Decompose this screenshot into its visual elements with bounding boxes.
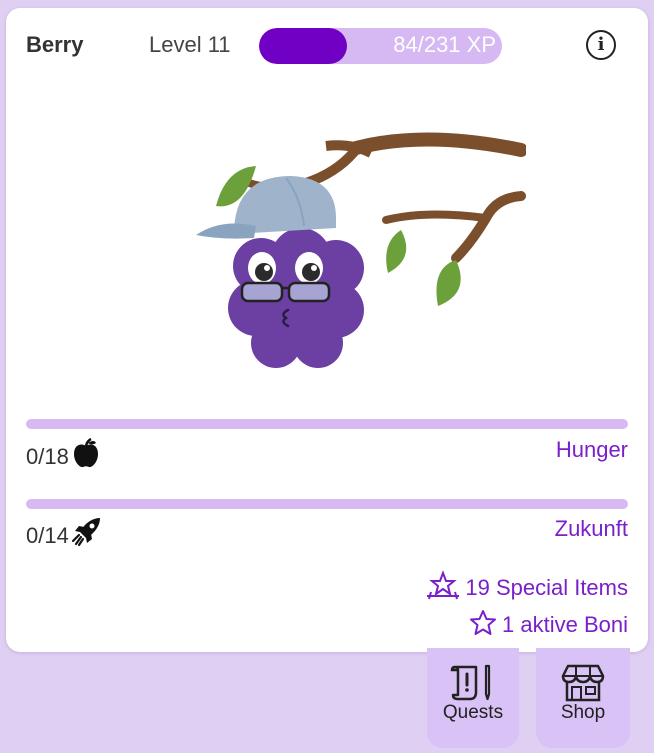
special-items-label: 19 Special Items bbox=[465, 575, 628, 600]
xp-text: 84/231 XP bbox=[393, 32, 496, 57]
boni-link[interactable]: 1 aktive Boni bbox=[468, 609, 628, 638]
zukunft-label: Zukunft bbox=[554, 516, 628, 541]
shop-button[interactable]: Shop bbox=[536, 648, 630, 748]
sparkle-star-icon bbox=[427, 570, 460, 600]
rocket-icon bbox=[71, 518, 100, 547]
shop-label: Shop bbox=[560, 702, 606, 723]
shop-icon bbox=[561, 664, 605, 702]
xp-progress-bar: 84/231 XP bbox=[259, 28, 502, 64]
special-items-link[interactable]: 19 Special Items bbox=[425, 570, 628, 601]
pet-illustration bbox=[176, 118, 528, 383]
info-button[interactable]: i bbox=[586, 30, 616, 60]
hunger-count: 0/18 bbox=[26, 437, 102, 470]
pet-card: Berry Level 11 84/231 XP i 0/18 Hunger 0… bbox=[6, 8, 648, 652]
level-label: Level 11 bbox=[149, 32, 231, 57]
apple-icon bbox=[73, 437, 98, 468]
hunger-count-value: 0/18 bbox=[26, 444, 69, 469]
zukunft-count-value: 0/14 bbox=[26, 523, 69, 548]
quest-scroll-icon bbox=[450, 664, 491, 701]
boni-label: 1 aktive Boni bbox=[502, 612, 628, 637]
xp-progress-fill bbox=[259, 28, 348, 64]
pet-name: Berry bbox=[26, 32, 84, 57]
hunger-bar bbox=[26, 419, 628, 429]
quests-button[interactable]: Quests bbox=[427, 648, 519, 748]
zukunft-bar bbox=[26, 499, 628, 509]
info-icon: i bbox=[597, 34, 605, 55]
zukunft-count: 0/14 bbox=[26, 516, 104, 549]
star-icon bbox=[470, 610, 497, 635]
quests-label: Quests bbox=[442, 702, 504, 723]
hunger-label: Hunger bbox=[555, 437, 628, 462]
